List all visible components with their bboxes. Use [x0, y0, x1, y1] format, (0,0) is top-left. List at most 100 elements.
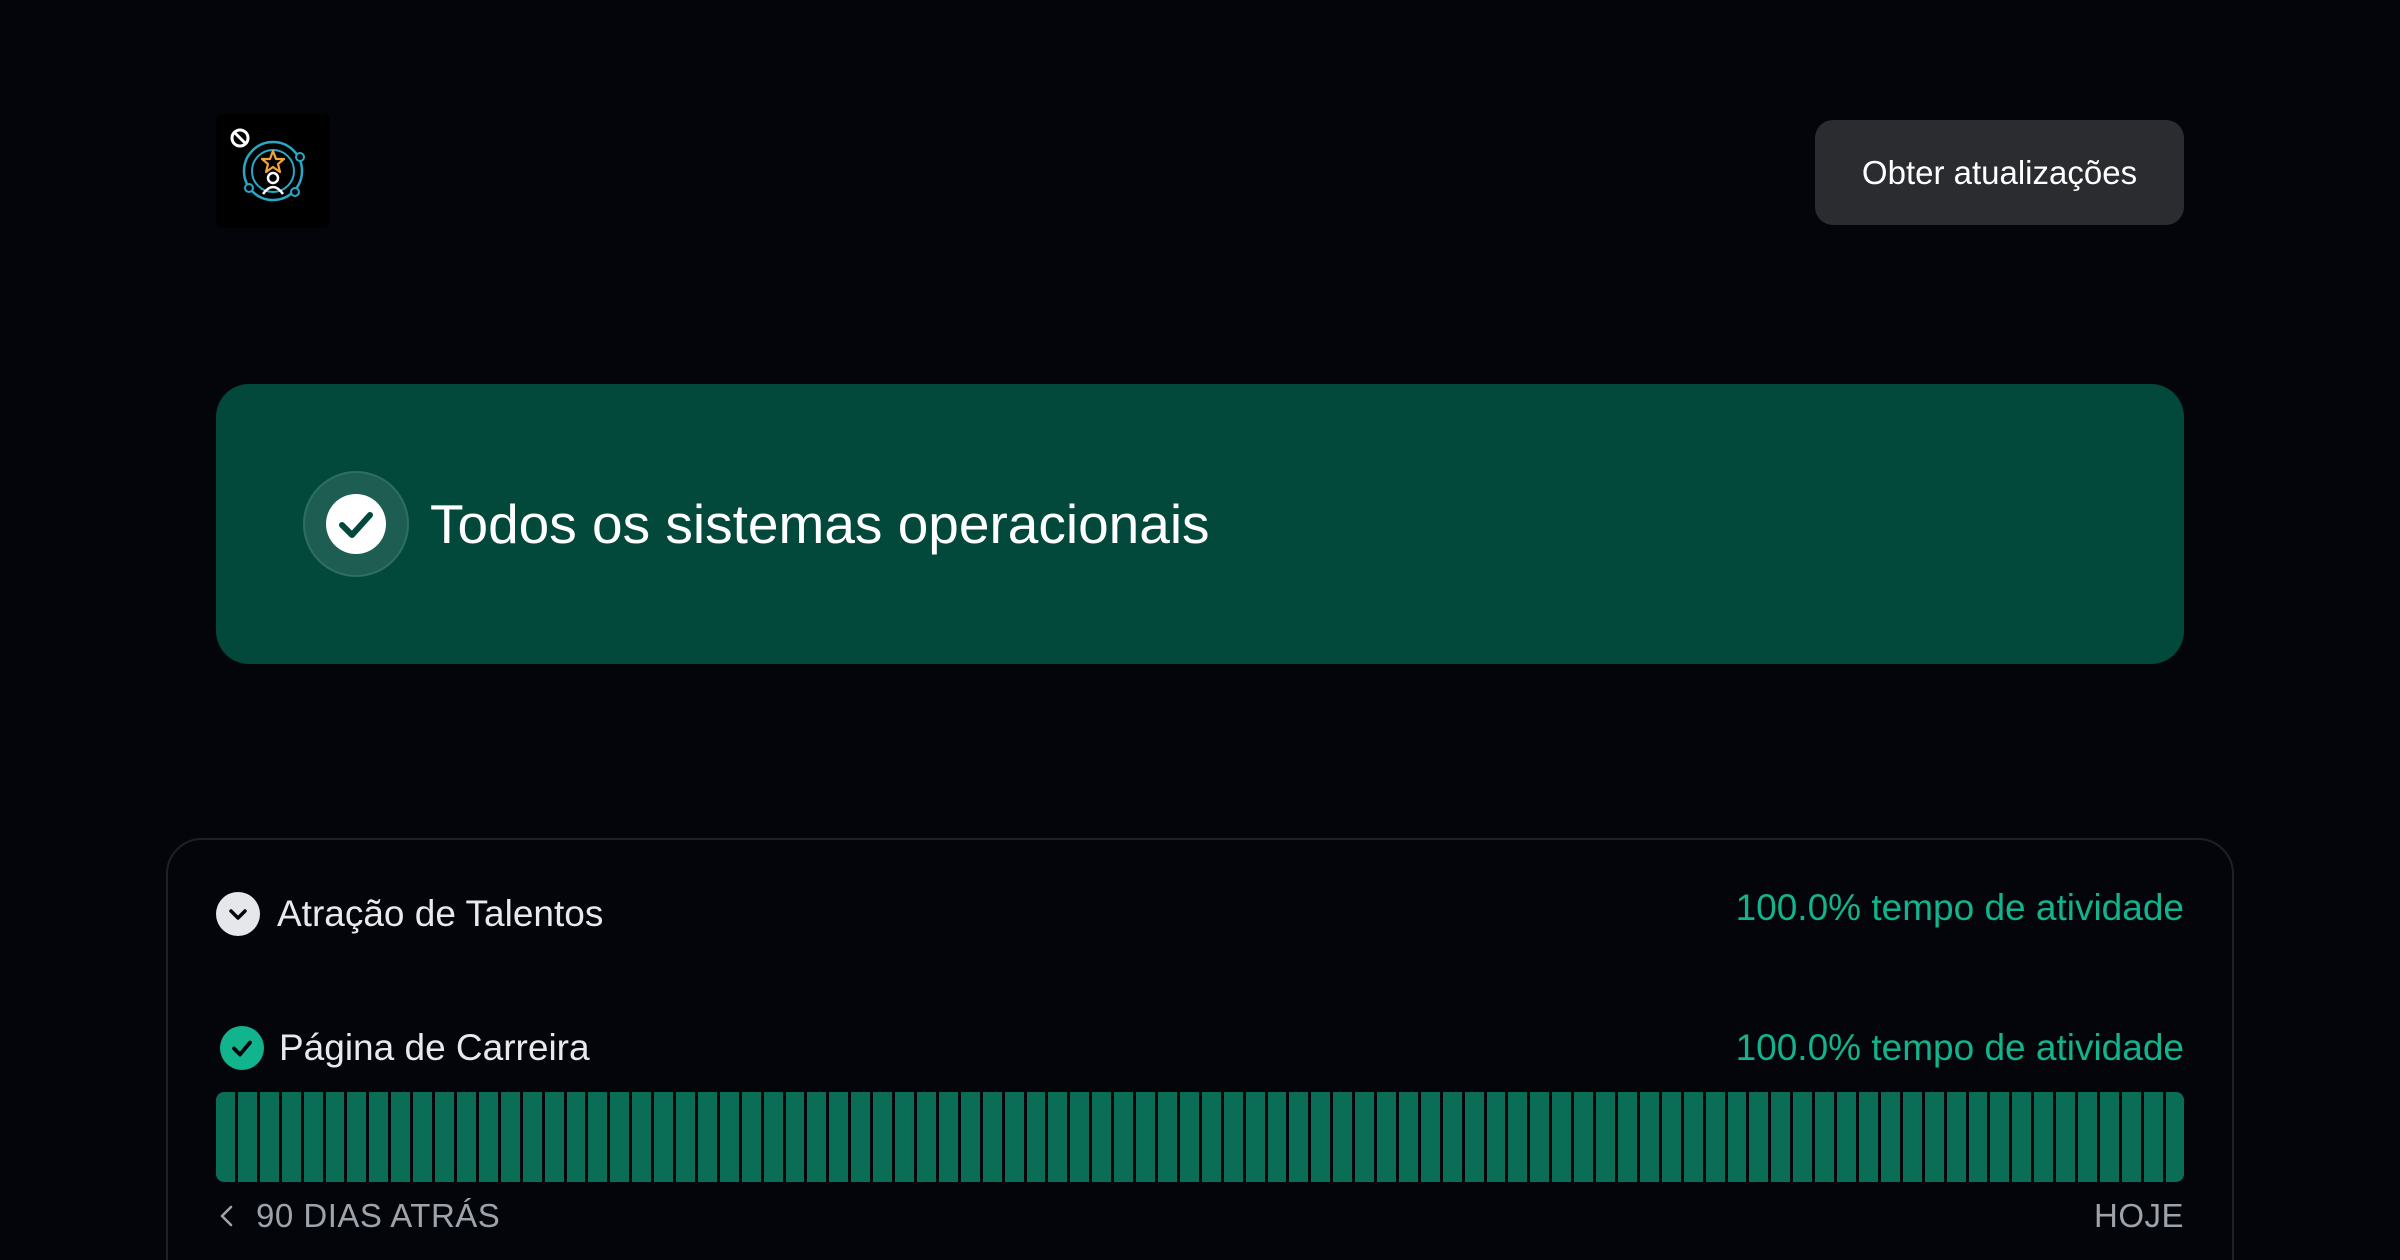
uptime-day-bar[interactable]: [1727, 1092, 1747, 1182]
uptime-day-bar[interactable]: [1574, 1092, 1594, 1182]
uptime-day-bar[interactable]: [676, 1092, 695, 1182]
component-status: [220, 1026, 264, 1070]
uptime-day-bar[interactable]: [1793, 1092, 1813, 1182]
uptime-day-bar[interactable]: [2012, 1092, 2032, 1182]
uptime-day-bar[interactable]: [1289, 1092, 1309, 1182]
uptime-day-bar[interactable]: [938, 1092, 958, 1182]
uptime-day-bar[interactable]: [435, 1092, 454, 1182]
uptime-day-bar[interactable]: [478, 1092, 498, 1182]
uptime-day-bar[interactable]: [259, 1092, 279, 1182]
uptime-day-bar[interactable]: [1179, 1092, 1199, 1182]
uptime-day-bar[interactable]: [1552, 1092, 1572, 1182]
uptime-day-bar[interactable]: [1596, 1092, 1615, 1182]
uptime-day-bar[interactable]: [1157, 1092, 1177, 1182]
uptime-day-bar[interactable]: [1683, 1092, 1703, 1182]
uptime-day-bar[interactable]: [1442, 1092, 1462, 1182]
uptime-day-bar[interactable]: [1837, 1092, 1856, 1182]
uptime-day-bar[interactable]: [719, 1092, 739, 1182]
uptime-day-bar[interactable]: [1858, 1092, 1878, 1182]
uptime-day-bar[interactable]: [1705, 1092, 1725, 1182]
uptime-day-bar[interactable]: [895, 1092, 914, 1182]
uptime-day-bar[interactable]: [1355, 1092, 1375, 1182]
uptime-day-bar[interactable]: [1245, 1092, 1265, 1182]
uptime-day-bar[interactable]: [1530, 1092, 1550, 1182]
uptime-day-bar[interactable]: [1333, 1092, 1353, 1182]
uptime-day-bar[interactable]: [413, 1092, 433, 1182]
uptime-day-bar[interactable]: [654, 1092, 674, 1182]
component-group-row[interactable]: Atração de Talentos 100.0% tempo de ativ…: [216, 886, 2184, 940]
status-page: Obter atualizações Todos os sistemas ope…: [0, 0, 2400, 1260]
uptime-day-bar[interactable]: [1070, 1092, 1090, 1182]
uptime-day-bar[interactable]: [741, 1092, 761, 1182]
group-toggle[interactable]: [216, 892, 260, 936]
uptime-day-bar[interactable]: [1902, 1092, 1922, 1182]
uptime-day-bar[interactable]: [216, 1092, 235, 1182]
uptime-day-bar[interactable]: [1464, 1092, 1484, 1182]
uptime-day-bar[interactable]: [391, 1092, 411, 1182]
uptime-day-bar[interactable]: [1114, 1092, 1134, 1182]
uptime-day-bar[interactable]: [566, 1092, 586, 1182]
uptime-day-bar[interactable]: [1311, 1092, 1331, 1182]
uptime-day-bar[interactable]: [2034, 1092, 2054, 1182]
uptime-day-bar[interactable]: [456, 1092, 476, 1182]
uptime-day-bar[interactable]: [1092, 1092, 1112, 1182]
uptime-day-bar[interactable]: [1946, 1092, 1966, 1182]
uptime-day-bar[interactable]: [807, 1092, 827, 1182]
uptime-day-bar[interactable]: [1201, 1092, 1221, 1182]
uptime-day-bar[interactable]: [851, 1092, 871, 1182]
uptime-day-bar[interactable]: [1398, 1092, 1418, 1182]
subscribe-button[interactable]: Obter atualizações: [1815, 120, 2184, 225]
uptime-day-bar[interactable]: [2165, 1092, 2184, 1182]
uptime-day-bar[interactable]: [2099, 1092, 2119, 1182]
uptime-day-bar[interactable]: [237, 1092, 257, 1182]
uptime-day-bar[interactable]: [281, 1092, 301, 1182]
uptime-day-bar[interactable]: [2143, 1092, 2163, 1182]
uptime-day-bar[interactable]: [1990, 1092, 2010, 1182]
uptime-day-bar[interactable]: [1486, 1092, 1506, 1182]
uptime-day-bar[interactable]: [1880, 1092, 1900, 1182]
uptime-day-bar[interactable]: [1267, 1092, 1287, 1182]
uptime-day-bar[interactable]: [2056, 1092, 2076, 1182]
uptime-day-bar[interactable]: [1136, 1092, 1155, 1182]
uptime-day-bar[interactable]: [1639, 1092, 1659, 1182]
uptime-day-bar[interactable]: [1815, 1092, 1835, 1182]
uptime-day-bar[interactable]: [500, 1092, 520, 1182]
uptime-day-bar[interactable]: [610, 1092, 630, 1182]
chevron-left-icon: [220, 1205, 233, 1227]
component-row: Página de Carreira 100.0% tempo de ativi…: [216, 1024, 2184, 1074]
uptime-day-bar[interactable]: [2121, 1092, 2141, 1182]
uptime-day-bar[interactable]: [1004, 1092, 1024, 1182]
uptime-day-bar[interactable]: [785, 1092, 805, 1182]
uptime-day-bar[interactable]: [917, 1092, 936, 1182]
uptime-day-bar[interactable]: [873, 1092, 893, 1182]
status-icon-ring: [303, 471, 409, 577]
uptime-day-bar[interactable]: [1924, 1092, 1944, 1182]
uptime-day-bar[interactable]: [829, 1092, 849, 1182]
uptime-day-bar[interactable]: [960, 1092, 980, 1182]
uptime-day-bar[interactable]: [522, 1092, 542, 1182]
uptime-day-bar[interactable]: [982, 1092, 1002, 1182]
uptime-day-bar[interactable]: [2078, 1092, 2097, 1182]
uptime-day-bar[interactable]: [1377, 1092, 1396, 1182]
uptime-day-bar[interactable]: [369, 1092, 389, 1182]
uptime-day-bar[interactable]: [1420, 1092, 1440, 1182]
uptime-day-bar[interactable]: [588, 1092, 608, 1182]
uptime-day-bar[interactable]: [1771, 1092, 1791, 1182]
uptime-day-bar[interactable]: [632, 1092, 652, 1182]
uptime-day-bar[interactable]: [544, 1092, 564, 1182]
uptime-day-bar[interactable]: [1048, 1092, 1068, 1182]
uptime-day-bar[interactable]: [697, 1092, 717, 1182]
uptime-day-bar[interactable]: [1026, 1092, 1046, 1182]
uptime-day-bar[interactable]: [1223, 1092, 1243, 1182]
uptime-day-bar[interactable]: [763, 1092, 783, 1182]
uptime-day-bar[interactable]: [1749, 1092, 1769, 1182]
uptime-day-bar[interactable]: [1661, 1092, 1681, 1182]
history-back[interactable]: 90 DIAS ATRÁS: [216, 1196, 500, 1236]
uptime-day-bar[interactable]: [1508, 1092, 1528, 1182]
uptime-day-bar[interactable]: [325, 1092, 345, 1182]
uptime-day-bar[interactable]: [1618, 1092, 1637, 1182]
logo[interactable]: [216, 114, 330, 228]
uptime-day-bar[interactable]: [1968, 1092, 1988, 1182]
uptime-day-bar[interactable]: [347, 1092, 367, 1182]
uptime-day-bar[interactable]: [303, 1092, 323, 1182]
